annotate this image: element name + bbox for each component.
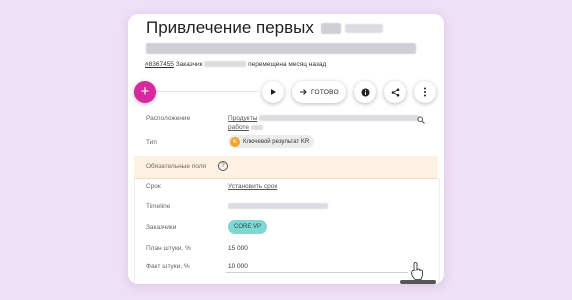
play-icon bbox=[271, 89, 276, 95]
fact-input[interactable]: 10 000 bbox=[228, 263, 248, 270]
search-icon[interactable] bbox=[417, 116, 425, 124]
location-value-line-2[interactable]: работе bbox=[228, 124, 263, 131]
play-button[interactable] bbox=[262, 81, 284, 103]
redacted-location bbox=[250, 124, 263, 130]
redacted-customer bbox=[204, 61, 247, 68]
arrow-right-icon bbox=[300, 89, 307, 95]
type-chip[interactable]: K Ключевой результат KR bbox=[228, 135, 315, 148]
plan-label: План штуки, % bbox=[146, 245, 191, 252]
customer-label: Заказчик bbox=[175, 61, 203, 68]
required-fields-label: Обязательные поля bbox=[146, 163, 207, 170]
more-button[interactable] bbox=[414, 81, 436, 103]
done-label: ГОТОВО bbox=[311, 88, 339, 96]
timeline-value[interactable] bbox=[228, 203, 328, 210]
task-title-line-1: Привлечение первых bbox=[146, 18, 384, 38]
type-chip-avatar: K bbox=[230, 136, 240, 147]
redacted-timeline bbox=[228, 203, 328, 210]
required-fields-section[interactable]: Обязательные поля ? bbox=[134, 156, 438, 179]
redacted-title-fragment bbox=[345, 24, 384, 34]
moved-text: перемещена месяц назад bbox=[248, 61, 327, 68]
task-title-line-2 bbox=[146, 38, 416, 58]
customer-chip[interactable]: CORE VP bbox=[228, 220, 268, 234]
location-value-start: Продукты bbox=[228, 115, 258, 122]
fact-input-underline bbox=[226, 272, 408, 273]
timeline-label: Timeline bbox=[146, 203, 171, 210]
location-label: Расположение bbox=[146, 115, 191, 122]
help-circle-icon[interactable]: ? bbox=[218, 161, 228, 171]
scroll-handle[interactable] bbox=[400, 280, 436, 284]
redacted-location bbox=[259, 115, 420, 122]
share-button[interactable] bbox=[384, 81, 406, 103]
redacted-title-fragment bbox=[146, 43, 416, 55]
deadline-label: Срок bbox=[146, 183, 161, 190]
type-label: Тип bbox=[146, 139, 157, 146]
plan-value[interactable]: 15 000 bbox=[228, 245, 248, 252]
location-value[interactable]: Продукты bbox=[228, 115, 420, 122]
share-icon bbox=[391, 88, 399, 96]
customers-label: Заказчики bbox=[146, 224, 177, 231]
info-button[interactable] bbox=[354, 81, 376, 103]
task-meta: #8367455 Заказчик перемещена месяц назад bbox=[145, 61, 326, 68]
fact-label: Факт штуки, % bbox=[146, 263, 190, 270]
done-button[interactable]: ГОТОВО bbox=[292, 81, 346, 103]
redacted-title-fragment bbox=[320, 23, 341, 35]
location-value-line2: работе bbox=[228, 124, 249, 131]
info-icon bbox=[361, 88, 369, 96]
set-deadline-link[interactable]: Установить срок bbox=[228, 183, 277, 190]
toolbar-divider bbox=[150, 91, 258, 92]
more-vertical-icon bbox=[424, 87, 426, 97]
task-id-link[interactable]: #8367455 bbox=[145, 61, 174, 68]
type-chip-label: Ключевой результат KR bbox=[243, 138, 310, 145]
add-button[interactable]: + bbox=[134, 81, 156, 103]
task-card: Привлечение первых #8367455 Заказчик пер… bbox=[128, 14, 444, 284]
